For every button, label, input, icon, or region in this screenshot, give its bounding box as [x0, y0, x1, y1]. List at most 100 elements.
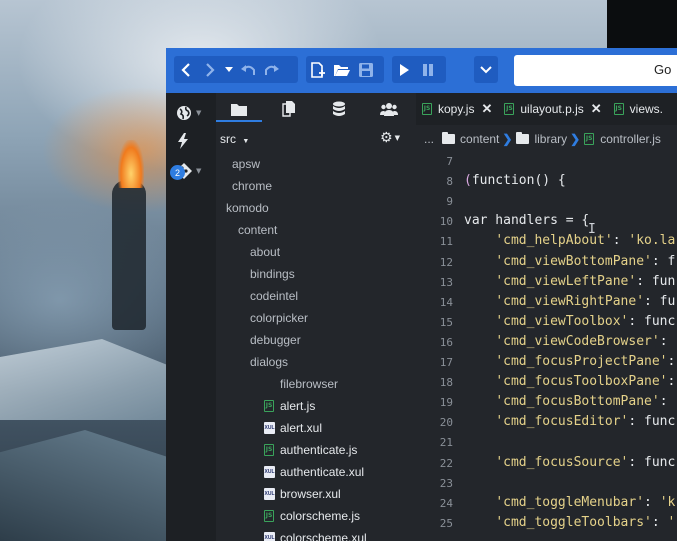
- tree-file-item[interactable]: XUL authenticate.xul: [264, 461, 364, 483]
- line-number: 21: [439, 436, 453, 450]
- open-folder-icon: [334, 64, 350, 76]
- breadcrumb-label: content: [460, 132, 500, 146]
- tree-file-item[interactable]: XUL alert.xul: [264, 417, 322, 439]
- tree-folder-item[interactable]: colorpicker: [250, 307, 308, 329]
- tree-folder-item[interactable]: chrome: [232, 175, 272, 197]
- file-tab[interactable]: JS uilayout.p.js ✕: [498, 93, 607, 125]
- file-tab-label: uilayout.p.js: [520, 102, 584, 116]
- background-figure: [112, 180, 146, 330]
- js-file-icon: JS: [264, 400, 274, 412]
- folder-icon: [516, 132, 530, 144]
- places-toolbar: src ▼ ⚙ ▼: [216, 125, 412, 153]
- xul-file-icon: XUL: [264, 532, 275, 541]
- line-number: 10: [439, 215, 453, 229]
- tree-item-label: filebrowser: [280, 377, 339, 391]
- file-tab-label: views.: [629, 102, 663, 116]
- code-line: 'cmd_viewBottomPane': f: [495, 253, 676, 269]
- tree-folder-item[interactable]: debugger: [250, 329, 301, 351]
- back-button[interactable]: [174, 56, 198, 83]
- undo-button[interactable]: [236, 56, 260, 83]
- chevron-left-icon: [181, 62, 190, 77]
- tab-collaboration[interactable]: [366, 93, 412, 125]
- database-icon: [333, 101, 345, 116]
- line-number: 9: [446, 195, 453, 209]
- lightning-icon: [178, 133, 188, 149]
- tree-item-label: apsw: [232, 157, 261, 171]
- code-editor[interactable]: 7 8 9 10 11 12 13 14 15 16 17 18 19 20 21 22 23 24 25 (fun…: [412, 153, 677, 541]
- background-window-fragment: [607, 0, 677, 48]
- go-label: Go: [654, 62, 672, 77]
- code-line: (function() {: [464, 173, 566, 189]
- chevron-down-icon: ▼: [242, 138, 250, 145]
- background-rock: [0, 339, 170, 420]
- code-line: 'cmd_focusSource': func: [495, 454, 676, 470]
- tree-item-label: content: [238, 223, 278, 237]
- tree-file-item[interactable]: JS authenticate.js: [264, 439, 357, 461]
- chevron-down-icon: ▼: [196, 167, 202, 175]
- tree-file-item[interactable]: JS alert.js: [264, 395, 315, 417]
- line-number: 17: [439, 356, 453, 369]
- open-file-button[interactable]: [330, 56, 354, 83]
- lightning-button[interactable]: [176, 129, 208, 153]
- goto-input[interactable]: Go: [514, 55, 677, 86]
- more-menu-button[interactable]: [474, 56, 498, 83]
- tab-database[interactable]: [316, 93, 362, 125]
- globe-menu-button[interactable]: ▼: [176, 101, 208, 125]
- history-dropdown-button[interactable]: [222, 56, 236, 83]
- tab-places[interactable]: [216, 93, 262, 125]
- notification-badge: 2: [170, 165, 185, 180]
- new-file-icon: [311, 61, 325, 78]
- tree-file-item[interactable]: XUL browser.xul: [264, 483, 341, 505]
- file-tab-label: kopy.js: [438, 102, 475, 116]
- tree-folder-item[interactable]: filebrowser: [280, 373, 338, 395]
- breadcrumb-item-library[interactable]: library: [516, 132, 567, 146]
- tree-folder-item[interactable]: apsw: [232, 153, 260, 175]
- line-number: 25: [439, 516, 453, 530]
- close-icon[interactable]: ✕: [591, 101, 602, 117]
- redo-button[interactable]: [260, 56, 284, 83]
- places-settings-button[interactable]: ⚙ ▼: [380, 130, 400, 146]
- tree-folder-item[interactable]: codeintel: [250, 285, 298, 307]
- code-line: 'cmd_focusBottomPane':: [495, 394, 676, 410]
- tree-item-label: dialogs: [250, 355, 289, 369]
- js-file-icon: JS: [422, 103, 432, 115]
- tree-file-item[interactable]: XUL colorscheme.xul: [264, 527, 367, 541]
- chevron-right-icon: ❯: [570, 132, 581, 146]
- git-button[interactable]: ▼ 2: [170, 159, 208, 183]
- pause-button[interactable]: [416, 56, 440, 83]
- breadcrumb-item-content[interactable]: content: [442, 132, 499, 146]
- tree-folder-item[interactable]: dialogs: [250, 351, 288, 373]
- tree-item-label: authenticate.xul: [280, 465, 365, 479]
- tree-item-label: about: [250, 245, 281, 259]
- js-file-icon: JS: [504, 103, 515, 115]
- run-button-group: [392, 56, 446, 83]
- save-button[interactable]: [354, 56, 378, 83]
- background-flame: [118, 140, 144, 188]
- pane-tab-bar: [216, 93, 416, 125]
- tree-item-label: authenticate.js: [280, 443, 358, 457]
- tree-folder-item[interactable]: content: [238, 219, 277, 241]
- code-line: 'cmd_focusToolboxPane':: [495, 374, 676, 390]
- new-file-button[interactable]: [306, 56, 330, 83]
- forward-button[interactable]: [198, 56, 222, 83]
- tree-folder-item[interactable]: bindings: [250, 263, 295, 285]
- tree-folder-item[interactable]: about: [250, 241, 280, 263]
- tab-files[interactable]: [266, 93, 312, 125]
- root-folder-select[interactable]: src ▼: [220, 132, 249, 146]
- js-file-icon: JS: [264, 444, 274, 456]
- close-icon[interactable]: ✕: [481, 101, 492, 117]
- file-tab[interactable]: JS views.: [608, 93, 669, 125]
- file-tab[interactable]: JS kopy.js ✕: [416, 93, 498, 125]
- play-button[interactable]: [392, 56, 416, 83]
- breadcrumb-ellipsis[interactable]: ...: [424, 132, 434, 146]
- code-line: 'cmd_focusProjectPane':: [495, 354, 676, 369]
- js-file-icon: JS: [264, 510, 274, 522]
- line-number: 20: [439, 416, 453, 430]
- code-line: 'cmd_viewRightPane': fu: [495, 293, 676, 309]
- breadcrumb-item-file[interactable]: JS controller.js: [584, 132, 661, 146]
- line-number: 8: [446, 175, 453, 189]
- breadcrumb: ... content ❯ library ❯ JS controller.js: [412, 125, 677, 153]
- line-number: 15: [439, 315, 453, 329]
- tree-file-item[interactable]: JS colorscheme.js: [264, 505, 360, 527]
- tree-folder-item[interactable]: komodo: [226, 197, 269, 219]
